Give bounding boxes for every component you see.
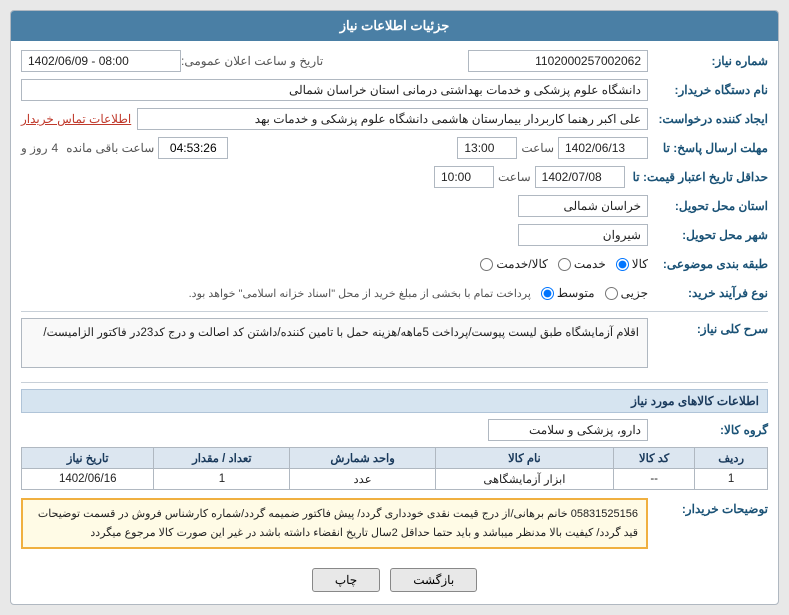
col-radif: ردیف (695, 448, 768, 469)
ijad-konande-label: ایجاد کننده درخواست: (648, 112, 768, 126)
nam-dastgah-label: نام دستگاه خریدار: (648, 83, 768, 97)
shomara-niaz-label: شماره نیاز: (648, 54, 768, 68)
footer-buttons: بازگشت چاپ (21, 562, 768, 596)
mohlat-saat-baqi-label: ساعت باقی مانده (66, 141, 154, 155)
radio-khedmat-input[interactable] (558, 258, 571, 271)
serp-value: اقلام آزمایشگاه طبق لیست پیوست/پرداخت 5م… (21, 318, 648, 368)
kala-table-section: ردیف کد کالا نام کالا واحد شمارش تعداد /… (21, 447, 768, 490)
radio-kala-khedmat-input[interactable] (480, 258, 493, 271)
shomara-niaz-value: 1102000257002062 (468, 50, 648, 72)
mohlat-ersal-label: مهلت ارسال پاسخ: تا (648, 141, 768, 155)
col-vahed: واحد شمارش (290, 448, 435, 469)
mohlat-roz-value: 4 (52, 141, 59, 155)
radio-kala-input[interactable] (616, 258, 629, 271)
radio-khedmat-label: خدمت (574, 257, 606, 271)
nooa-farayand-label: نوع فرآیند خرید: (648, 286, 768, 300)
cell-nam-kala: ابزار آزمایشگاهی (435, 469, 613, 490)
radio-motavaset-input[interactable] (541, 287, 554, 300)
link-ettelaat[interactable]: اطلاعات تماس خریدار (21, 112, 131, 126)
note-value: 05831525156 خانم برهانی/از درج قیمت نقدی… (21, 498, 648, 549)
col-tedaad: تعداد / مقدار (154, 448, 290, 469)
tarikh-label: تاریخ و ساعت اعلان عمومی: (181, 54, 323, 68)
page-title: جزئیات اطلاعات نیاز (11, 11, 778, 41)
mohlat-roz-label: روز و (21, 141, 48, 155)
hadd-aksar-date: 1402/07/08 (535, 166, 625, 188)
radio-motavaset[interactable]: متوسط (541, 286, 595, 300)
nooa-farayand-group: جزیی متوسط (541, 286, 648, 300)
table-row: 1--ابزار آزمایشگاهیعدد11402/06/16 (22, 469, 768, 490)
radio-khedmat[interactable]: خدمت (558, 257, 606, 271)
cell-vahed-shmaris: عدد (290, 469, 435, 490)
ostan-value: خراسان شمالی (518, 195, 648, 217)
radio-motavaset-label: متوسط (557, 286, 595, 300)
col-tarikh: تاریخ نیاز (22, 448, 154, 469)
shahr-label: شهر محل تحویل: (648, 228, 768, 242)
tabaghe-label: طبقه بندی موضوعی: (648, 257, 768, 271)
divider-2 (21, 382, 768, 383)
mohlat-saat-value: 13:00 (457, 137, 517, 159)
cell-radif: 1 (695, 469, 768, 490)
back-button[interactable]: بازگشت (390, 568, 477, 592)
radio-kala-khedmat[interactable]: کالا/خدمت (480, 257, 547, 271)
group-label: گروه کالا: (648, 423, 768, 437)
serp-label: سرح کلی نیاز: (648, 318, 768, 336)
radio-kala-khedmat-label: کالا/خدمت (496, 257, 547, 271)
radio-kala-label: کالا (632, 257, 648, 271)
mohlat-countdown: 04:53:26 (158, 137, 228, 159)
farayand-note: پرداخت تمام با بخشی از مبلغ خرید از محل … (189, 287, 531, 300)
ettelaat-section-title: اطلاعات کالاهای مورد نیاز (21, 389, 768, 413)
nam-dastgah-value: دانشگاه علوم پزشکی و خدمات بهداشتی درمان… (21, 79, 648, 101)
radio-jozvi[interactable]: جزیی (605, 286, 648, 300)
print-button[interactable]: چاپ (312, 568, 380, 592)
col-kod-kala: کد کالا (614, 448, 695, 469)
mohlat-saat-label: ساعت (521, 141, 554, 155)
cell-tarikh: 1402/06/16 (22, 469, 154, 490)
group-value: دارو، پزشکی و سلامت (488, 419, 648, 441)
divider-1 (21, 311, 768, 312)
kala-table: ردیف کد کالا نام کالا واحد شمارش تعداد /… (21, 447, 768, 490)
ostan-label: استان محل تحویل: (648, 199, 768, 213)
tarikh-value: 1402/06/09 - 08:00 (21, 50, 181, 72)
hadd-aksar-label: حداقل تاریخ اعتبار قیمت: تا (625, 170, 768, 184)
ijad-konande-value: علی اکبر رهنما کاربردار بیمارستان هاشمی … (137, 108, 648, 130)
tabaghe-radio-group: کالا خدمت کالا/خدمت (480, 257, 648, 271)
cell-kod-kala: -- (614, 469, 695, 490)
cell-tedaad: 1 (154, 469, 290, 490)
radio-kala[interactable]: کالا (616, 257, 648, 271)
col-nam-kala: نام کالا (435, 448, 613, 469)
shahr-value: شیروان (518, 224, 648, 246)
note-label: توضیحات خریدار: (648, 498, 768, 516)
mohlat-ersal-date: 1402/06/13 (558, 137, 648, 159)
radio-jozvi-input[interactable] (605, 287, 618, 300)
radio-jozvi-label: جزیی (621, 286, 648, 300)
hadd-aksar-saat-value: 10:00 (434, 166, 494, 188)
hadd-aksar-saat-label: ساعت (498, 170, 531, 184)
